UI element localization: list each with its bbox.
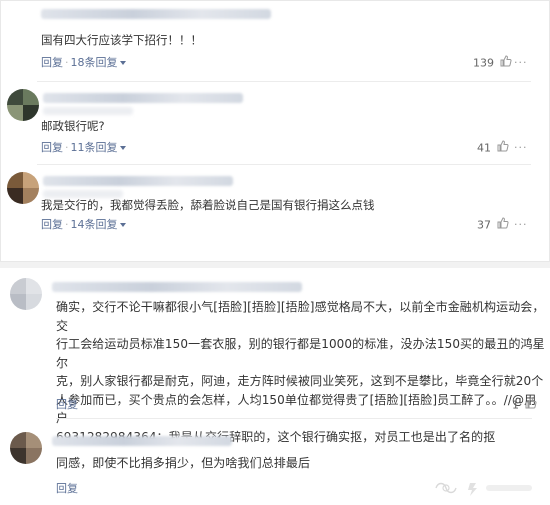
more-dots-icon[interactable]: ···	[514, 56, 528, 69]
like-count: 37	[477, 218, 491, 232]
comment-text: 国有四大行应该学下招行！！！	[41, 33, 202, 47]
more-dots-icon[interactable]: ···	[514, 141, 528, 154]
thumbs-up-icon	[497, 217, 509, 234]
username-redacted	[43, 176, 233, 186]
chevron-down-icon	[119, 61, 126, 65]
username-redacted	[41, 9, 271, 19]
thumbs-up-icon	[525, 397, 537, 414]
more-dots-icon[interactable]: ···	[514, 218, 528, 231]
like-count: 139	[473, 56, 494, 70]
reply-button[interactable]: 回复	[41, 141, 63, 154]
avatar[interactable]	[10, 278, 42, 310]
divider	[56, 418, 532, 419]
like-button[interactable]: 41	[477, 140, 509, 156]
reply-button[interactable]: 回复	[56, 482, 78, 495]
avatar[interactable]	[10, 432, 42, 464]
user-meta-redacted	[43, 107, 133, 115]
like-count: 41	[477, 141, 491, 155]
divider	[37, 164, 531, 165]
watermark-logo	[435, 482, 532, 496]
thumbs-up-icon	[497, 140, 509, 157]
comment-actions: 回复	[56, 398, 78, 412]
comment-text: 邮政银行呢?	[41, 119, 105, 133]
username-redacted	[52, 282, 302, 292]
comment-panel-top: 国有四大行应该学下招行！！！ 回复 · 18条回复 139 ··· 邮政银行呢? 回…	[0, 0, 550, 262]
comment-actions: 回复	[56, 482, 78, 496]
reply-button[interactable]: 回复	[41, 56, 63, 69]
username-redacted	[52, 436, 232, 446]
comment-actions: 回复 · 11条回复	[41, 141, 126, 155]
avatar[interactable]	[7, 172, 39, 204]
thumbs-up-icon	[500, 55, 512, 72]
like-button[interactable]: 37	[477, 217, 509, 233]
like-count: 1	[512, 398, 519, 412]
comment-panel-bottom: 确实，交行不论干嘛都很小气[捂脸][捂脸][捂脸]感觉格局不大，以前全市金融机构…	[0, 268, 550, 505]
comment-actions: 回复 · 14条回复	[41, 218, 126, 232]
reply-button[interactable]: 回复	[41, 218, 63, 231]
reply-button[interactable]: 回复	[56, 398, 78, 411]
comment-text: 我是交行的，我都觉得丢脸，舔着脸说自己是国有银行捐这么点钱	[41, 198, 375, 212]
replies-toggle[interactable]: 18条回复	[71, 56, 126, 69]
username-redacted	[43, 93, 243, 103]
replies-toggle[interactable]: 11条回复	[71, 141, 126, 154]
divider	[37, 81, 531, 82]
comment-text: 确实，交行不论干嘛都很小气[捂脸][捂脸][捂脸]感觉格局不大，以前全市金融机构…	[56, 300, 545, 444]
like-button[interactable]: 1	[512, 397, 537, 413]
avatar[interactable]	[7, 89, 39, 121]
comment-text: 同感，即使不比捐多捐少，但为啥我们总排最后	[56, 456, 311, 470]
comment-actions: 回复 · 18条回复	[41, 56, 126, 70]
chevron-down-icon	[119, 223, 126, 227]
chevron-down-icon	[119, 146, 126, 150]
like-button[interactable]: 139	[473, 55, 512, 71]
replies-toggle[interactable]: 14条回复	[71, 218, 126, 231]
